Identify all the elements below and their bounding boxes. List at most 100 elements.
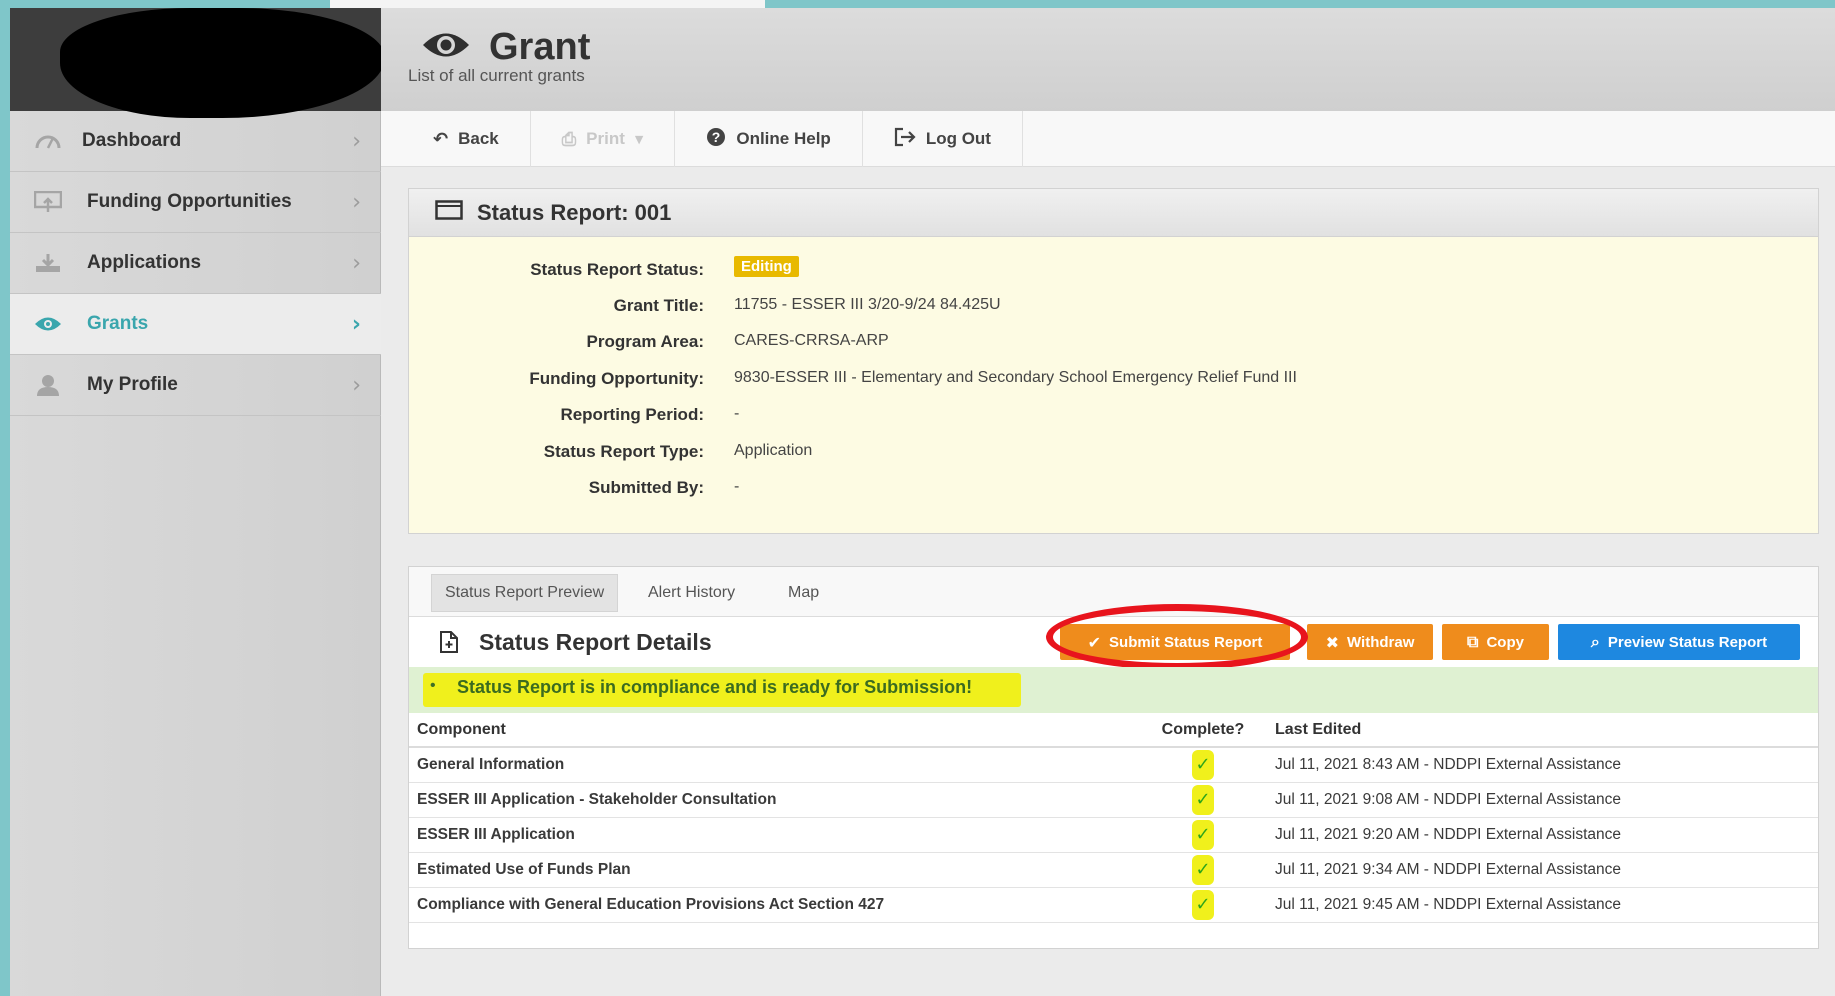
component-cell[interactable]: General Information <box>409 747 1139 783</box>
svg-text:?: ? <box>712 129 721 145</box>
field-row: Status Report Type: Application <box>409 442 1818 472</box>
complete-cell: ✓ <box>1139 852 1267 888</box>
page-header: Grant List of all current grants <box>381 8 1835 111</box>
user-icon <box>34 374 62 396</box>
field-label: Program Area: <box>586 332 704 351</box>
chevron-right-icon: › <box>352 250 361 276</box>
field-label: Funding Opportunity: <box>529 369 704 388</box>
checkmark-icon: ✓ <box>1192 854 1214 885</box>
tab-alert-history[interactable]: Alert History <box>648 574 735 612</box>
table-row[interactable]: Estimated Use of Funds Plan ✓ Jul 11, 20… <box>409 852 1818 888</box>
sidebar-item-grants[interactable]: Grants › <box>10 294 381 355</box>
tab-bar: Status Report Preview Alert History Map <box>409 567 1818 617</box>
last-edited-cell: Jul 11, 2021 9:20 AM - NDDPI External As… <box>1267 817 1818 853</box>
column-header-complete: Complete? <box>1139 713 1267 748</box>
sidebar-item-dashboard[interactable]: Dashboard › <box>10 111 381 172</box>
checkmark-icon: ✓ <box>1192 749 1214 780</box>
chevron-right-icon: › <box>352 189 361 215</box>
toolbar: ↶ Back ⎙ Print ▼ ? Online Help Log Out <box>381 111 1835 167</box>
online-help-label: Online Help <box>736 129 831 148</box>
field-value: CARES-CRRSA-ARP <box>734 332 889 349</box>
complete-cell: ✓ <box>1139 747 1267 783</box>
last-edited-cell: Jul 11, 2021 9:45 AM - NDDPI External As… <box>1267 887 1818 923</box>
print-label: Print <box>586 129 625 148</box>
eye-icon <box>34 313 62 335</box>
log-out-label: Log Out <box>925 129 991 148</box>
withdraw-label: Withdraw <box>1347 633 1415 651</box>
field-label: Status Report Type: <box>543 442 704 461</box>
field-value: - <box>734 405 740 422</box>
top-strip <box>0 0 1835 8</box>
field-row: Submitted By: - <box>409 478 1818 508</box>
eye-icon <box>421 30 471 65</box>
alert-text: Status Report is in compliance and is re… <box>457 677 973 697</box>
window-icon <box>435 200 463 225</box>
preview-status-report-button[interactable]: ⌕ Preview Status Report <box>1558 624 1800 660</box>
field-row: Reporting Period: - <box>409 405 1818 435</box>
chevron-right-icon: › <box>352 372 361 398</box>
top-strip-highlight <box>330 0 765 8</box>
component-cell[interactable]: ESSER III Application <box>409 817 1139 853</box>
sidebar: Dashboard › Funding Opportunities › Appl… <box>10 8 385 996</box>
sidebar-item-my-profile[interactable]: My Profile › <box>10 355 381 416</box>
log-out-icon <box>894 127 916 152</box>
sidebar-item-label: Dashboard <box>82 130 182 151</box>
redacted-user-info <box>60 8 385 118</box>
log-out-button[interactable]: Log Out <box>863 111 1023 167</box>
status-report-panel: Status Report: 001 Status Report Status:… <box>408 188 1819 534</box>
component-cell[interactable]: Estimated Use of Funds Plan <box>409 852 1139 888</box>
page-title: Grant <box>489 26 591 68</box>
field-row: Grant Title: 11755 - ESSER III 3/20-9/24… <box>409 296 1818 326</box>
user-box <box>10 8 385 118</box>
sidebar-item-funding-opportunities[interactable]: Funding Opportunities › <box>10 172 381 233</box>
back-label: Back <box>458 129 499 148</box>
table-row[interactable]: ESSER III Application ✓ Jul 11, 2021 9:2… <box>409 817 1818 853</box>
copy-icon: ⧉ <box>1467 632 1479 651</box>
preview-label: Preview Status Report <box>1607 633 1768 651</box>
status-report-title: Status Report: 001 <box>477 199 672 225</box>
field-label: Status Report Status: <box>530 260 704 279</box>
online-help-button[interactable]: ? Online Help <box>675 111 863 167</box>
tab-status-report-preview[interactable]: Status Report Preview <box>431 574 619 612</box>
details-header: Status Report Details ✔ Submit Status Re… <box>409 604 1818 670</box>
close-icon: ✖ <box>1325 632 1340 652</box>
sidebar-item-label: Applications <box>87 252 202 273</box>
download-icon <box>34 252 62 274</box>
submit-status-report-button[interactable]: ✔ Submit Status Report <box>1060 624 1290 660</box>
field-label: Reporting Period: <box>560 405 704 424</box>
field-label: Grant Title: <box>613 296 704 315</box>
field-value: Application <box>734 442 813 459</box>
sidebar-item-label: My Profile <box>87 374 178 395</box>
print-button[interactable]: ⎙ Print ▼ <box>531 111 676 167</box>
table-row[interactable]: ESSER III Application - Stakeholder Cons… <box>409 782 1818 818</box>
withdraw-button[interactable]: ✖ Withdraw <box>1307 624 1433 660</box>
sidebar-item-applications[interactable]: Applications › <box>10 233 381 294</box>
checkmark-icon: ✔ <box>1087 632 1102 652</box>
compliance-alert: • Status Report is in compliance and is … <box>409 667 1818 713</box>
chevron-right-icon: › <box>351 311 361 337</box>
back-arrow-icon: ↶ <box>433 128 449 150</box>
bullet-icon: • <box>430 677 436 694</box>
table-row[interactable]: General Information ✓ Jul 11, 2021 8:43 … <box>409 747 1818 783</box>
app-window: Dashboard › Funding Opportunities › Appl… <box>10 8 1835 996</box>
table-row[interactable]: Compliance with General Education Provis… <box>409 887 1818 923</box>
status-report-info: Status Report Status: Editing Grant Titl… <box>409 237 1818 533</box>
table-header-row: Component Complete? Last Edited <box>409 713 1818 748</box>
component-cell[interactable]: Compliance with General Education Provis… <box>409 887 1139 923</box>
sidebar-item-label: Grants <box>87 313 149 334</box>
complete-cell: ✓ <box>1139 817 1267 853</box>
field-row: Program Area: CARES-CRRSA-ARP <box>409 332 1818 362</box>
field-label: Submitted By: <box>588 478 704 497</box>
back-button[interactable]: ↶ Back <box>381 111 531 167</box>
tab-map[interactable]: Map <box>788 574 819 612</box>
component-cell[interactable]: ESSER III Application - Stakeholder Cons… <box>409 782 1139 818</box>
checkmark-icon: ✓ <box>1192 889 1214 920</box>
dashboard-icon <box>34 130 62 152</box>
column-header-component: Component <box>409 713 1139 748</box>
copy-button[interactable]: ⧉ Copy <box>1442 624 1549 660</box>
sidebar-item-label: Funding Opportunities <box>87 191 292 212</box>
status-badge: Editing <box>734 256 799 277</box>
field-row: Funding Opportunity: 9830-ESSER III - El… <box>409 369 1818 399</box>
copy-label: Copy <box>1486 633 1524 651</box>
field-value: 11755 - ESSER III 3/20-9/24 84.425U <box>734 296 1001 313</box>
